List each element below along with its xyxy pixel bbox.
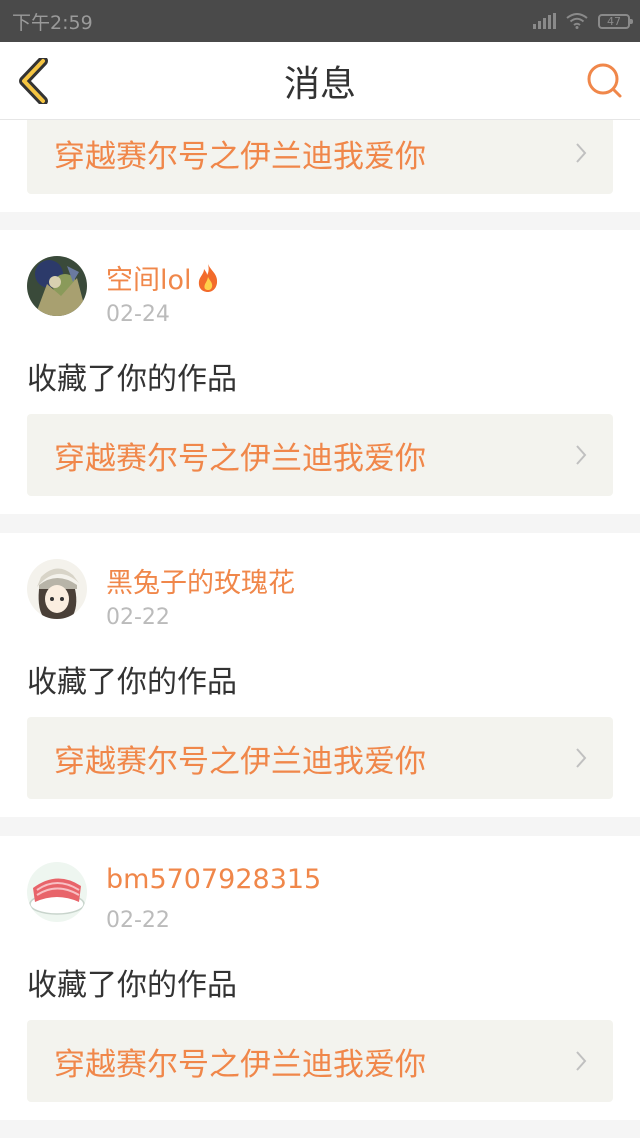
user-name-text: bm5707928315 (106, 864, 322, 895)
user-name[interactable]: 黑兔子的玫瑰花 (106, 561, 295, 600)
work-title: 穿越赛尔号之伊兰迪我爱你 (54, 1046, 426, 1083)
chevron-right-icon (576, 748, 587, 768)
avatar[interactable] (27, 862, 87, 922)
user-name[interactable]: 空间lol (106, 258, 220, 297)
message-card: 空间lol 02-24 收藏了你的作品 穿越赛尔号之伊兰迪我爱你 (0, 230, 640, 514)
action-text: 收藏了你的作品 (27, 362, 237, 397)
wifi-icon (566, 13, 588, 29)
battery-icon: 47 (598, 13, 633, 29)
work-link[interactable]: 穿越赛尔号之伊兰迪我爱你 (27, 414, 613, 496)
user-name[interactable]: bm5707928315 (106, 864, 321, 895)
search-button[interactable] (586, 62, 624, 100)
message-date: 02-22 (106, 908, 170, 933)
signal-icon (533, 13, 556, 29)
status-bar: 下午2:59 47 (0, 0, 640, 42)
work-link[interactable]: 穿越赛尔号之伊兰迪我爱你 (27, 717, 613, 799)
status-icons: 47 (533, 13, 633, 29)
message-card: 黑兔子的玫瑰花 02-22 收藏了你的作品 穿越赛尔号之伊兰迪我爱你 (0, 533, 640, 817)
chevron-right-icon (576, 445, 587, 465)
user-name-text: 空间lol (106, 265, 192, 296)
search-icon (587, 63, 622, 98)
nav-bar: 消息 (0, 42, 640, 120)
chevron-right-icon (576, 1051, 587, 1071)
avatar[interactable] (27, 559, 87, 619)
battery-level: 47 (607, 14, 621, 28)
work-link[interactable]: 穿越赛尔号之伊兰迪我爱你 (27, 1020, 613, 1102)
page-title: 消息 (283, 64, 356, 105)
avatar[interactable] (27, 256, 87, 316)
action-text: 收藏了你的作品 (27, 665, 237, 700)
message-card: 穿越赛尔号之伊兰迪我爱你 (0, 120, 640, 212)
work-title: 穿越赛尔号之伊兰迪我爱你 (54, 440, 426, 477)
action-text: 收藏了你的作品 (27, 968, 237, 1003)
fire-icon (198, 263, 217, 292)
message-date: 02-22 (106, 605, 170, 630)
work-title: 穿越赛尔号之伊兰迪我爱你 (54, 743, 426, 780)
work-title: 穿越赛尔号之伊兰迪我爱你 (54, 138, 426, 175)
message-date: 02-24 (106, 302, 170, 327)
user-name-text: 黑兔子的玫瑰花 (106, 568, 295, 599)
chevron-right-icon (576, 143, 587, 163)
status-time: 下午2:59 (12, 11, 93, 34)
message-list[interactable]: 穿越赛尔号之伊兰迪我爱你 空间lol 02-24 收藏了你的作品 穿越赛尔号之伊… (0, 120, 640, 1138)
message-card: bm5707928315 02-22 收藏了你的作品 穿越赛尔号之伊兰迪我爱你 (0, 836, 640, 1120)
work-link[interactable]: 穿越赛尔号之伊兰迪我爱你 (27, 120, 613, 194)
